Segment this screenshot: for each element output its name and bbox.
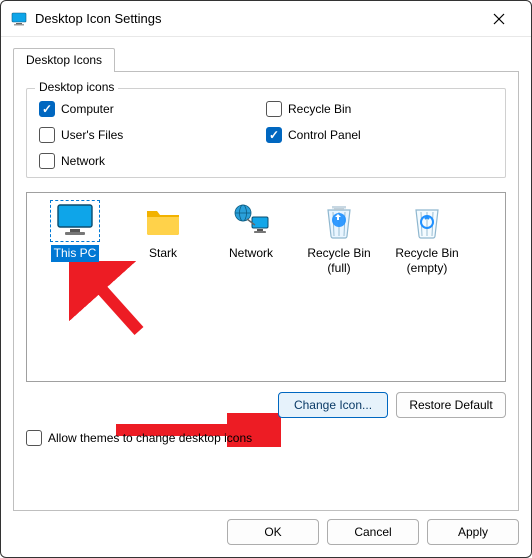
icon-action-row: Change Icon... Restore Default <box>26 392 506 418</box>
checkbox-label: Allow themes to change desktop icons <box>48 431 252 445</box>
icon-label: Recycle Bin (full) <box>304 245 373 277</box>
checkbox-recyclebin[interactable]: Recycle Bin <box>266 101 493 117</box>
icon-label: Recycle Bin (empty) <box>392 245 461 277</box>
monitor-icon <box>51 201 99 241</box>
icon-preview-list[interactable]: This PC Stark <box>26 192 506 382</box>
app-icon <box>11 11 27 27</box>
group-legend: Desktop icons <box>35 80 118 94</box>
client-area: Desktop Icons Desktop icons Computer Rec… <box>1 37 531 511</box>
change-icon-button[interactable]: Change Icon... <box>278 392 388 418</box>
checkbox-computer[interactable]: Computer <box>39 101 266 117</box>
icon-item-recycle-full[interactable]: Recycle Bin (full) <box>295 201 383 277</box>
checkbox-controlpanel[interactable]: Control Panel <box>266 127 493 143</box>
checkbox-label: Network <box>61 154 105 168</box>
network-icon <box>227 201 275 241</box>
check-icon <box>26 430 42 446</box>
check-icon <box>39 153 55 169</box>
checkbox-label: Recycle Bin <box>288 102 351 116</box>
cancel-button[interactable]: Cancel <box>327 519 419 545</box>
icon-item-recycle-empty[interactable]: Recycle Bin (empty) <box>383 201 471 277</box>
recycle-bin-empty-icon <box>403 201 451 241</box>
icon-label: Stark <box>146 245 180 262</box>
apply-button[interactable]: Apply <box>427 519 519 545</box>
check-icon <box>39 127 55 143</box>
tab-body: Desktop icons Computer Recycle Bin User'… <box>13 71 519 511</box>
tab-strip: Desktop Icons <box>13 47 519 71</box>
window-title: Desktop Icon Settings <box>35 11 477 26</box>
close-button[interactable] <box>477 1 521 37</box>
checkbox-label: Computer <box>61 102 114 116</box>
checkbox-allow-themes[interactable]: Allow themes to change desktop icons <box>26 430 252 446</box>
checkbox-label: Control Panel <box>288 128 361 142</box>
check-icon <box>266 101 282 117</box>
tab-desktop-icons[interactable]: Desktop Icons <box>13 48 115 72</box>
checkbox-label: User's Files <box>61 128 123 142</box>
group-desktop-icons: Desktop icons Computer Recycle Bin User'… <box>26 88 506 178</box>
checkbox-network[interactable]: Network <box>39 153 266 169</box>
recycle-bin-full-icon <box>315 201 363 241</box>
check-icon <box>266 127 282 143</box>
icon-label: Network <box>226 245 276 262</box>
dialog-button-row: OK Cancel Apply <box>1 511 531 557</box>
checkbox-usersfiles[interactable]: User's Files <box>39 127 266 143</box>
icon-item-network[interactable]: Network <box>207 201 295 262</box>
dialog-window: Desktop Icon Settings Desktop Icons Desk… <box>0 0 532 558</box>
check-icon <box>39 101 55 117</box>
icon-label: This PC <box>51 245 100 262</box>
icon-item-this-pc[interactable]: This PC <box>31 201 119 262</box>
restore-default-button[interactable]: Restore Default <box>396 392 506 418</box>
titlebar: Desktop Icon Settings <box>1 1 531 37</box>
ok-button[interactable]: OK <box>227 519 319 545</box>
folder-icon <box>139 201 187 241</box>
icon-item-user-folder[interactable]: Stark <box>119 201 207 262</box>
